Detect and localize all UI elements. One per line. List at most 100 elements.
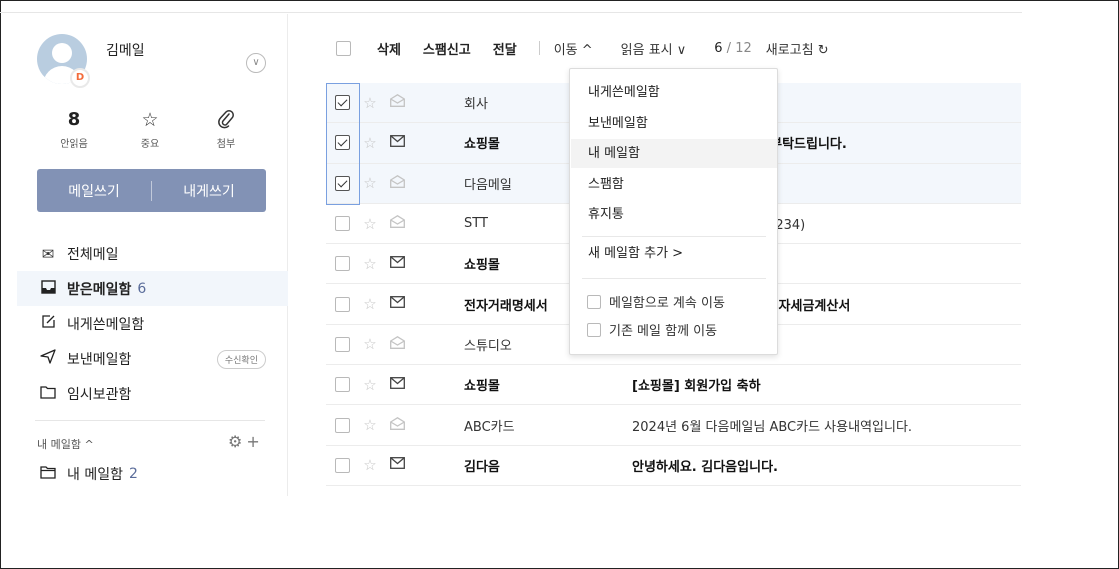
my-mailbox-tools: ⚙ + xyxy=(224,432,260,451)
envelope-icon: ✉ xyxy=(41,244,55,263)
nav-item-drafts[interactable]: 임시보관함 xyxy=(17,376,288,411)
compose-button[interactable]: 메일쓰기 xyxy=(37,181,151,201)
table-row[interactable]: ☆ 김다음 안녕하세요. 김다음입니다. xyxy=(326,446,1021,486)
star-icon[interactable]: ☆ xyxy=(361,255,379,273)
my-mailbox-count: 2 xyxy=(128,466,138,482)
table-row[interactable]: ☆ ABC카드 2024년 6월 다음메일님 ABC카드 사용내역입니다. xyxy=(326,405,1021,446)
stat-important[interactable]: ☆ 중요 xyxy=(120,109,180,150)
star-icon[interactable]: ☆ xyxy=(361,215,379,233)
envelope-open-icon[interactable] xyxy=(388,215,406,232)
email-sender[interactable]: 김다음 xyxy=(464,456,624,475)
nav-item-label: 받은메일함 xyxy=(67,281,132,298)
menu-item-sent[interactable]: 보낸메일함 xyxy=(571,109,777,138)
edit-note-icon xyxy=(39,314,57,333)
star-icon[interactable]: ☆ xyxy=(361,174,379,192)
row-checkbox[interactable] xyxy=(335,336,350,352)
inbox-tray-icon xyxy=(39,279,57,298)
envelope-closed-icon[interactable] xyxy=(388,255,406,272)
email-subject[interactable]: [쇼핑몰] 회원가입 축하 xyxy=(632,375,1021,394)
menu-item-spam[interactable]: 스팸함 xyxy=(571,170,777,199)
envelope-open-icon[interactable] xyxy=(388,94,406,111)
envelope-closed-icon[interactable] xyxy=(388,134,406,151)
nav-item-label: 내 메일함 xyxy=(67,467,123,483)
stat-unread[interactable]: 8 안읽음 xyxy=(44,109,104,150)
nav-item-all-mail[interactable]: ✉ 전체메일 xyxy=(17,236,288,271)
email-sender[interactable]: 쇼핑몰 xyxy=(464,375,624,394)
nav-item-label: 전체메일 xyxy=(67,246,119,263)
mark-read-button[interactable]: 읽음 표시 ∨ xyxy=(621,39,687,58)
email-sender[interactable]: ABC카드 xyxy=(464,416,624,435)
star-icon[interactable]: ☆ xyxy=(361,376,379,394)
stat-unread-label: 안읽음 xyxy=(60,139,88,150)
menu-divider xyxy=(582,278,766,279)
select-all-checkbox[interactable] xyxy=(336,40,351,56)
row-checkbox[interactable] xyxy=(335,296,350,312)
move-existing-checkbox[interactable] xyxy=(587,322,601,337)
nav-item-inbox[interactable]: 받은메일함 6 xyxy=(17,271,288,306)
nav-item-label: 임시보관함 xyxy=(67,386,132,403)
user-name: 김메일 xyxy=(106,43,145,59)
profile-chevron-down-icon[interactable]: ∨ xyxy=(246,53,266,73)
star-icon[interactable]: ☆ xyxy=(361,134,379,152)
paperclip-icon xyxy=(196,109,256,131)
read-receipt-button[interactable]: 수신확인 xyxy=(216,350,266,369)
option-move-existing[interactable]: 기존 메일 함께 이동 xyxy=(587,320,717,339)
inbox-unread-count: 6 xyxy=(137,280,147,297)
row-checkbox[interactable] xyxy=(335,135,350,151)
mail-toolbar: 삭제 스팸신고 전달 이동 ^ 읽음 표시 ∨ 6 / 12 새로고침 ↻ xyxy=(322,36,1022,60)
nav-item-label: 내게쓴메일함 xyxy=(67,316,145,333)
move-dropdown-menu: 내게쓴메일함 보낸메일함 내 메일함 스팸함 휴지통 새 메일함 추가 > 메일… xyxy=(569,68,778,355)
envelope-open-icon[interactable] xyxy=(388,416,406,434)
star-icon[interactable]: ☆ xyxy=(361,295,379,313)
refresh-label: 새로고침 xyxy=(765,42,814,58)
nav-item-sent[interactable]: 보낸메일함 수신확인 xyxy=(17,341,288,376)
compose-to-self-button[interactable]: 내게쓰기 xyxy=(152,181,266,201)
menu-item-add-mailbox[interactable]: 새 메일함 추가 > xyxy=(571,239,777,268)
refresh-button[interactable]: 새로고침 ↻ xyxy=(766,39,829,58)
delete-button[interactable]: 삭제 xyxy=(377,39,401,58)
nav-item-my-mailbox[interactable]: 내 메일함 2 xyxy=(39,464,138,484)
row-checkbox[interactable] xyxy=(335,256,350,272)
gear-icon[interactable]: ⚙ xyxy=(228,432,242,451)
email-subject[interactable]: 안녕하세요. 김다음입니다. xyxy=(632,456,1021,475)
row-checkbox[interactable] xyxy=(335,457,350,473)
top-divider xyxy=(0,12,1022,13)
row-checkbox[interactable] xyxy=(335,417,350,433)
sidebar-divider xyxy=(35,420,265,421)
forward-button[interactable]: 전달 xyxy=(493,39,517,58)
envelope-open-icon[interactable] xyxy=(388,335,406,353)
star-icon[interactable]: ☆ xyxy=(361,456,379,474)
nav-item-self-mail[interactable]: 내게쓴메일함 xyxy=(17,306,288,341)
page-separator: / xyxy=(722,40,736,56)
menu-item-trash[interactable]: 휴지통 xyxy=(571,200,777,229)
row-checkbox[interactable] xyxy=(335,175,350,191)
envelope-closed-icon[interactable] xyxy=(388,296,406,312)
move-button[interactable]: 이동 ^ xyxy=(554,39,593,58)
keep-moving-checkbox[interactable] xyxy=(587,294,601,309)
menu-item-self-mail[interactable]: 내게쓴메일함 xyxy=(571,78,777,107)
envelope-closed-icon[interactable] xyxy=(388,457,406,473)
envelope-open-icon[interactable] xyxy=(388,174,406,192)
stat-attachment-label: 첨부 xyxy=(216,139,236,150)
row-checkbox[interactable] xyxy=(335,95,350,111)
report-spam-button[interactable]: 스팸신고 xyxy=(423,39,471,58)
table-row[interactable]: ☆ 쇼핑몰 [쇼핑몰] 회원가입 축하 xyxy=(326,365,1021,406)
option-keep-moving[interactable]: 메일함으로 계속 이동 xyxy=(587,292,725,311)
row-checkbox[interactable] xyxy=(335,377,350,393)
star-outline-icon: ☆ xyxy=(141,109,159,131)
my-mailbox-header[interactable]: 내 메일함 ^ xyxy=(37,436,94,452)
menu-divider xyxy=(582,236,766,237)
stat-attachment[interactable]: 첨부 xyxy=(196,109,256,150)
envelope-closed-icon[interactable] xyxy=(388,376,406,393)
row-checkbox[interactable] xyxy=(335,216,350,232)
email-subject[interactable]: 2024년 6월 다음메일님 ABC카드 사용내역입니다. xyxy=(632,416,1021,435)
stat-important-label: 중요 xyxy=(140,139,160,150)
star-icon[interactable]: ☆ xyxy=(361,335,379,353)
menu-item-my-mailbox[interactable]: 내 메일함 xyxy=(571,139,777,168)
option-label: 메일함으로 계속 이동 xyxy=(609,296,725,311)
star-icon[interactable]: ☆ xyxy=(361,416,379,434)
star-icon[interactable]: ☆ xyxy=(361,94,379,112)
plus-icon[interactable]: + xyxy=(246,432,259,451)
unread-count: 8 xyxy=(67,109,81,130)
folder-icon xyxy=(39,385,57,403)
